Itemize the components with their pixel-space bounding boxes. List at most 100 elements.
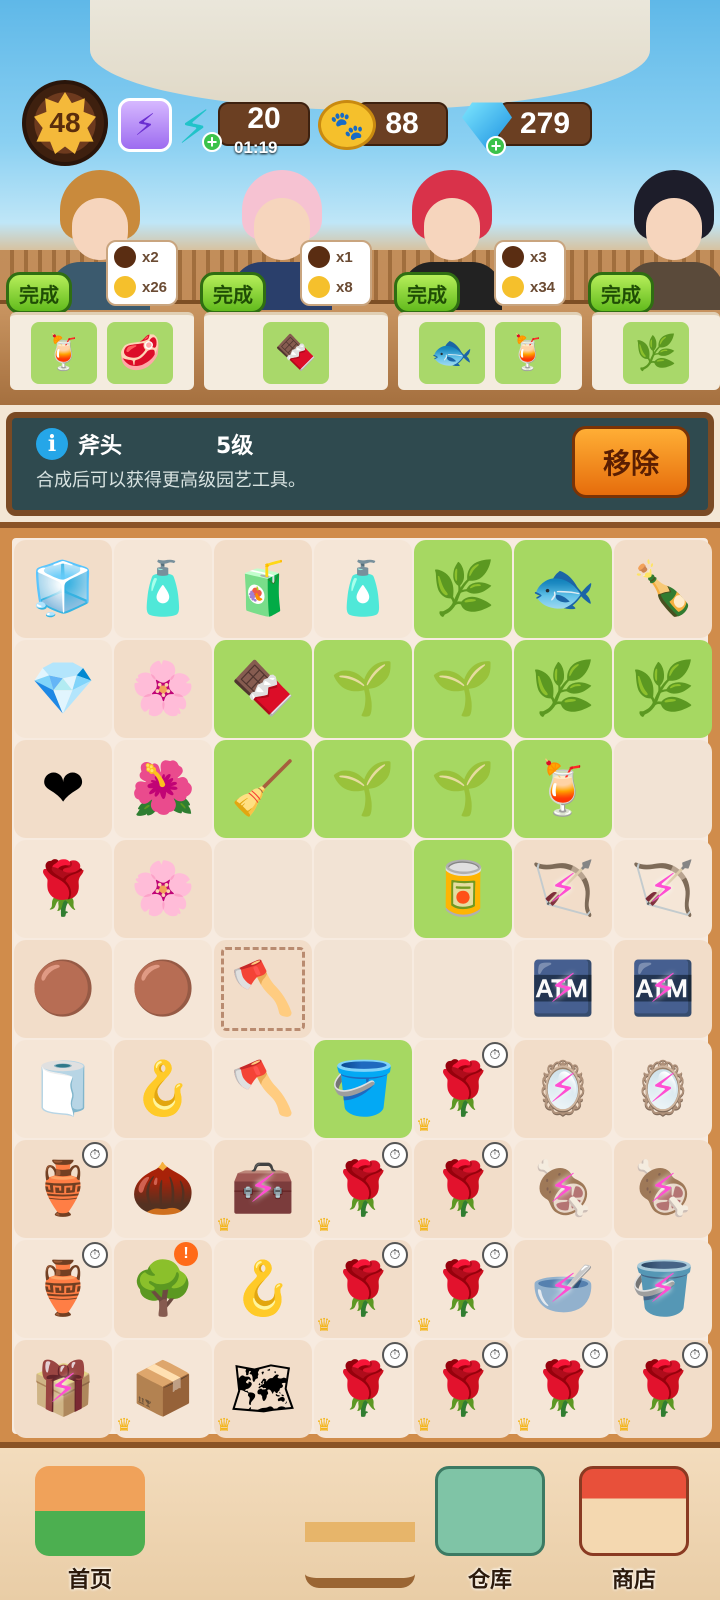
board-cell[interactable]: 🌳! [114,1240,212,1338]
board-cell[interactable]: 🏹 ⚡ [614,840,712,938]
order-done-button[interactable]: 完成 [588,272,654,314]
nav-home[interactable]: 首页 [20,1458,160,1594]
reward-count: x1 [336,248,353,266]
board-cell[interactable]: 🟤 [114,940,212,1038]
board-cell[interactable]: 🪝 [114,1040,212,1138]
board-cell[interactable]: 🌸 [114,840,212,938]
nav-shop[interactable]: 商店 [564,1458,704,1594]
board-cell[interactable]: 🌺 [114,740,212,838]
board-cell[interactable]: 🍖 ⚡ [514,1140,612,1238]
nav-shop-label: 商店 [611,1568,656,1593]
board-cell[interactable]: 🏺 ⏱ [14,1240,112,1338]
board-cell[interactable]: 🌹 ⏱ ♛ [314,1340,412,1438]
board-item-icon: 🌹 [330,1159,396,1219]
board-cell-empty[interactable] [214,840,312,938]
board-cell[interactable]: 🪓 [214,1040,312,1138]
board-cell[interactable]: 🪞 ⚡ [614,1040,712,1138]
nav-storage[interactable]: 仓库 [420,1458,560,1594]
board-cell[interactable]: 🪓 [214,940,312,1038]
board-cell[interactable]: 🧊 [14,540,112,638]
board-item-icon: 🌱 [330,759,396,819]
order-done-button[interactable]: 完成 [394,272,460,314]
board-cell[interactable]: 🪝 [214,1240,312,1338]
energy-lock-icon: ⚡ [248,1166,278,1212]
board-cell[interactable]: 🌹 ⏱ ♛ [414,1140,512,1238]
board-cell[interactable]: 🏧 ⚡ [614,940,712,1038]
board-cell[interactable]: 🪞 ⚡ [514,1040,612,1138]
stopwatch-icon: ⏱ [482,1242,508,1268]
board-cell[interactable]: 🌱 [314,640,412,738]
board-cell-empty[interactable] [414,940,512,1038]
info-icon[interactable]: i [36,428,68,460]
board-cell[interactable]: 🏹 ⚡ [514,840,612,938]
energy-lock-icon: ⚡ [648,1066,678,1112]
board-item-icon: 🌱 [330,659,396,719]
nav-workbench[interactable] [290,1458,430,1594]
board-cell[interactable]: 📦 ♛ [114,1340,212,1438]
paw-icon: 🐾 [318,100,376,150]
board-cell[interactable]: 🏧 ⚡ [514,940,612,1038]
board-cell[interactable]: 🌰 [114,1140,212,1238]
board-cell[interactable]: 🧻 [14,1040,112,1138]
board-cell[interactable]: 💎 [14,640,112,738]
order-tray[interactable]: 🐟 🍹 [398,312,582,390]
board-cell[interactable]: 🌹 ⏱ ♛ [414,1340,512,1438]
board-item-icon: 🌹 [630,1359,696,1419]
board-cell[interactable]: 🍖 ⚡ [614,1140,712,1238]
board-cell[interactable]: 🌱 [414,640,512,738]
board-cell[interactable]: 🍹 [514,740,612,838]
board-cell[interactable]: 🍫 [214,640,312,738]
remove-button[interactable]: 移除 [572,426,690,498]
board-cell[interactable]: 🌹 ⏱ ♛ [614,1340,712,1438]
board-cell[interactable]: 🌿 [414,540,512,638]
board-cell[interactable]: 🏺 ⏱ [14,1140,112,1238]
board-cell[interactable]: 🐟 [514,540,612,638]
board-cell-empty[interactable] [314,840,412,938]
energy-lock-icon: ⚡ [48,1366,78,1412]
add-gems-button[interactable]: + [486,136,506,156]
player-level-badge[interactable]: 48 [22,80,108,166]
board-cell[interactable]: 🟤 [14,940,112,1038]
board-item-icon: 🍾 [630,559,696,619]
board-cell[interactable]: 🎁 ⚡ [14,1340,112,1438]
board-cell[interactable]: 🌹 ⏱ ♛ [414,1040,512,1138]
crown-icon: ♛ [516,1415,533,1436]
board-cell[interactable]: 🥫 [414,840,512,938]
board-cell-empty[interactable] [614,740,712,838]
board-cell[interactable]: 🍾 [614,540,712,638]
board-cell[interactable]: 🗺 ♛ [214,1340,312,1438]
board-cell[interactable]: 🪣 ⚡ [614,1240,712,1338]
board-item-icon: 🌿 [430,559,496,619]
order-tray[interactable]: 🍫 [204,312,388,390]
board-cell[interactable]: 🧃 [214,540,312,638]
board-cell[interactable]: 🌹 ⏱ ♛ [314,1240,412,1338]
board-cell[interactable]: ❤ [14,740,112,838]
board-cell[interactable]: 🌸 [114,640,212,738]
board-item-icon: 🌺 [130,759,196,819]
board-cell[interactable]: 🌿 [614,640,712,738]
board-cell[interactable]: 🧴 [114,540,212,638]
board-cell[interactable]: 🧰 ⚡ ♛ [214,1140,312,1238]
board-cell-empty[interactable] [314,940,412,1038]
order-tray[interactable]: 🌿 [592,312,720,390]
board-cell[interactable]: 🥣 ⚡ [514,1240,612,1338]
board-cell[interactable]: 🌹 [14,840,112,938]
order-tray[interactable]: 🍹 🥩 [10,312,194,390]
order-reward-card: x2 x26 [106,240,178,306]
board-cell[interactable]: 🌿 [514,640,612,738]
energy-boost-icon[interactable]: ⚡ [118,98,172,152]
board-cell[interactable]: 🧴 [314,540,412,638]
board-cell[interactable]: 🌱 [314,740,412,838]
order-done-button[interactable]: 完成 [6,272,72,314]
board-cell[interactable]: 🪣 [314,1040,412,1138]
board-cell[interactable]: 🌹 ⏱ ♛ [514,1340,612,1438]
stopwatch-icon: ⏱ [382,1142,408,1168]
board-cell[interactable]: 🌱 [414,740,512,838]
board-item-icon: 🌹 [330,1359,396,1419]
board-cell[interactable]: 🌹 ⏱ ♛ [414,1240,512,1338]
order-done-button[interactable]: 完成 [200,272,266,314]
board-cell[interactable]: 🌹 ⏱ ♛ [314,1140,412,1238]
order-reward-card: x3 x34 [494,240,566,306]
add-energy-button[interactable]: + [202,132,222,152]
board-cell[interactable]: 🧹 [214,740,312,838]
